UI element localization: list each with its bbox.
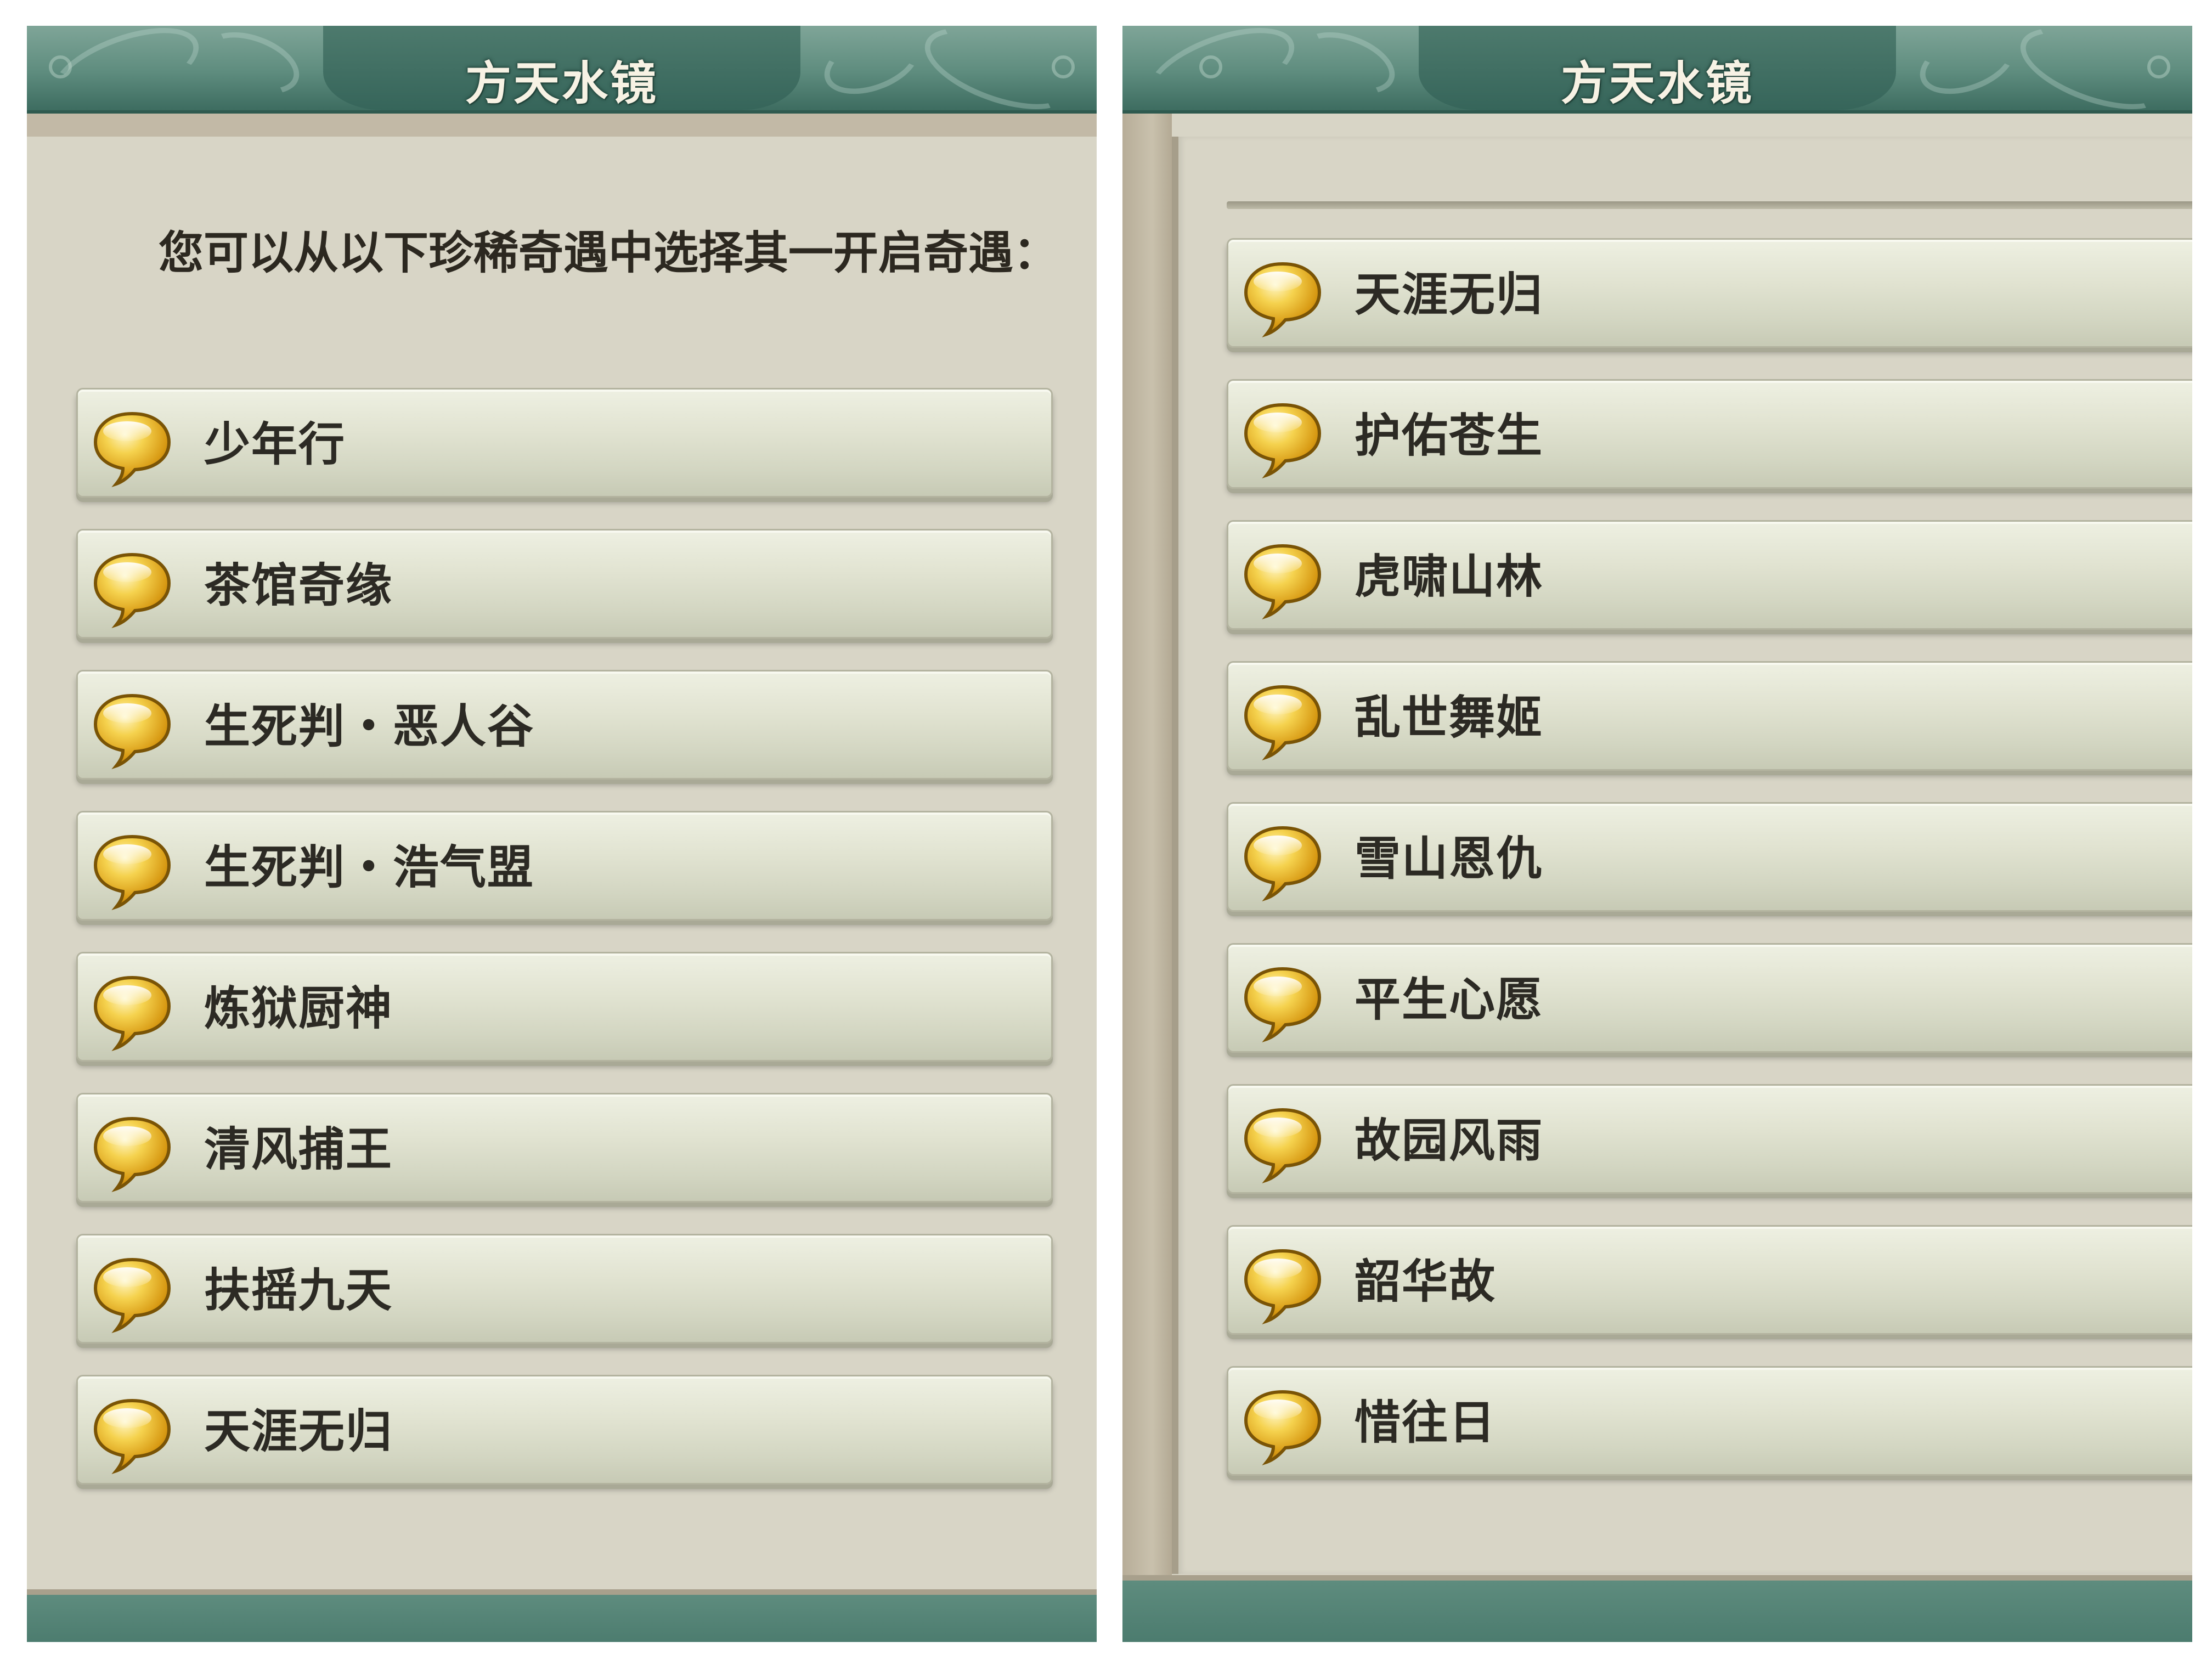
option-button[interactable]: 清风捕王: [76, 1093, 1053, 1203]
option-button[interactable]: 韶华故: [1227, 1225, 2192, 1335]
speech-bubble-icon: [91, 1252, 173, 1334]
bottom-bar: [27, 1589, 1097, 1642]
option-button[interactable]: 虎啸山林: [1227, 520, 2192, 630]
option-button[interactable]: 少年行: [76, 388, 1053, 498]
option-label: 生死判・恶人谷: [204, 699, 535, 753]
option-list: 少年行 茶馆奇缘 生死判・恶人谷 生死判・浩气盟 炼狱厨神 清风捕王 扶摇九天: [27, 26, 1097, 1642]
speech-bubble-icon: [1242, 538, 1324, 620]
option-label: 护佑苍生: [1355, 409, 1544, 462]
option-label: 天涯无归: [204, 1404, 393, 1458]
option-label: 乱世舞姬: [1355, 691, 1544, 744]
speech-bubble-icon: [91, 1393, 173, 1475]
speech-bubble-icon: [1242, 679, 1324, 761]
option-label: 扶摇九天: [204, 1263, 393, 1317]
bottom-bar: [1122, 1575, 2192, 1642]
option-button[interactable]: 惜往日: [1227, 1366, 2192, 1476]
speech-bubble-icon: [1242, 961, 1324, 1043]
option-label: 惜往日: [1355, 1396, 1497, 1449]
option-label: 韶华故: [1355, 1255, 1497, 1308]
option-button[interactable]: 护佑苍生: [1227, 379, 2192, 489]
speech-bubble-icon: [91, 688, 173, 770]
option-button[interactable]: 生死判・浩气盟: [76, 811, 1053, 921]
option-label: 清风捕王: [204, 1122, 393, 1176]
option-label: 雪山恩仇: [1355, 832, 1544, 885]
option-button[interactable]: 天涯无归: [76, 1375, 1053, 1485]
speech-bubble-icon: [1242, 1102, 1324, 1184]
speech-bubble-icon: [91, 406, 173, 488]
speech-bubble-icon: [1242, 397, 1324, 479]
option-button[interactable]: 天涯无归: [1227, 238, 2192, 348]
speech-bubble-icon: [1242, 256, 1324, 338]
speech-bubble-icon: [91, 970, 173, 1052]
option-label: 故园风雨: [1355, 1114, 1544, 1167]
speech-bubble-icon: [1242, 1384, 1324, 1466]
option-list: 天涯无归 护佑苍生 虎啸山林 乱世舞姬 雪山恩仇 平生心愿 故园风雨 韶华故 惜…: [1122, 26, 2192, 1642]
option-label: 天涯无归: [1355, 268, 1544, 321]
option-button[interactable]: 雪山恩仇: [1227, 802, 2192, 912]
option-button[interactable]: 扶摇九天: [76, 1234, 1053, 1344]
option-button[interactable]: 生死判・恶人谷: [76, 670, 1053, 780]
speech-bubble-icon: [1242, 1243, 1324, 1325]
speech-bubble-icon: [91, 1111, 173, 1193]
dialog-panel-right: 方天水镜 天涯无归 护佑苍生 虎啸山林 乱世舞姬 雪山恩仇 平生心愿 故园风雨 …: [1122, 26, 2192, 1642]
speech-bubble-icon: [1242, 820, 1324, 902]
speech-bubble-icon: [91, 547, 173, 629]
option-label: 少年行: [204, 417, 346, 471]
option-label: 虎啸山林: [1355, 550, 1544, 603]
option-button[interactable]: 乱世舞姬: [1227, 661, 2192, 771]
option-label: 生死判・浩气盟: [204, 840, 535, 894]
speech-bubble-icon: [91, 829, 173, 911]
option-button[interactable]: 茶馆奇缘: [76, 529, 1053, 639]
option-button[interactable]: 故园风雨: [1227, 1084, 2192, 1194]
option-label: 炼狱厨神: [204, 981, 393, 1035]
option-button[interactable]: 平生心愿: [1227, 943, 2192, 1053]
option-label: 平生心愿: [1355, 973, 1544, 1026]
option-button[interactable]: 炼狱厨神: [76, 952, 1053, 1062]
dialog-panel-left: 方天水镜 您可以从以下珍稀奇遇中选择其一开启奇遇： 少年行 茶馆奇缘 生死判・恶…: [27, 26, 1097, 1642]
option-label: 茶馆奇缘: [204, 558, 393, 612]
